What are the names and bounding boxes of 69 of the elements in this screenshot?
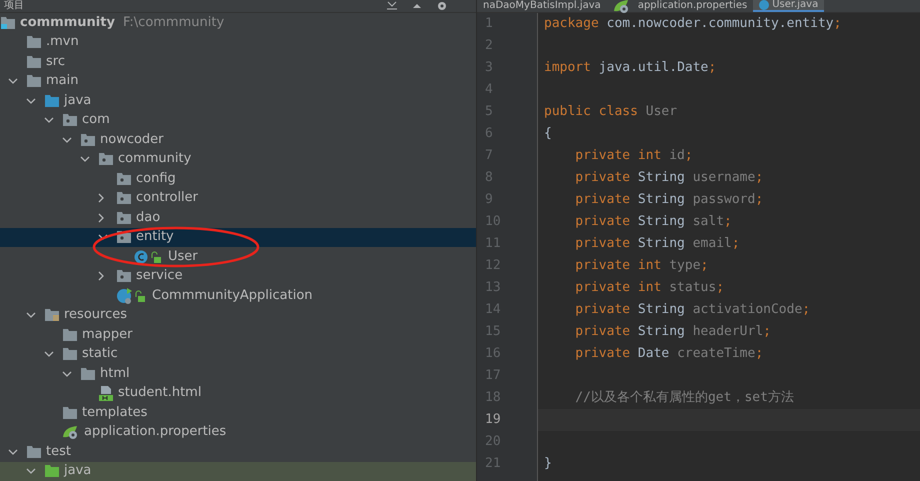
code-line: private String username; [574,170,764,185]
tree-item[interactable]: templates [0,403,476,422]
tree-item[interactable]: html [0,364,476,384]
tree-item[interactable]: static [0,344,476,364]
code-line: private String salt; [574,214,732,229]
code-line: private int status; [574,280,724,295]
tree-item[interactable]: java [0,91,476,110]
editor-tab[interactable]: naDaoMyBatisImpl.java [477,0,607,12]
code-line: public class User [544,104,678,119]
code-line: package com.nowcoder.community.entity; [544,16,842,31]
tree-item[interactable]: config [0,169,476,188]
code-line: private String activationCode; [574,302,810,317]
code-line: private int type; [574,258,708,273]
tree-item-label: dao [136,208,160,227]
tree-item-label: config [136,170,176,188]
tree-item[interactable]: test [0,442,476,462]
code-line: { [544,126,552,141]
code-line: private String email; [574,236,740,251]
tree-item[interactable]: com [0,110,476,130]
tree-item[interactable]: entity [0,228,476,247]
tree-item-label: templates [82,404,148,422]
code-line: private Date createTime; [574,346,764,361]
panel-title: 项目 [4,0,24,12]
tree-item[interactable]: java [0,462,476,481]
tree-item[interactable]: community [0,150,476,169]
code-line: } [544,456,552,471]
tree-item[interactable]: service [0,266,476,286]
code-line: import java.util.Date; [544,60,716,75]
tree-item[interactable]: User [0,247,476,266]
tree-item-label: resources [64,306,128,324]
tree-item-label: mapper [82,326,132,344]
tree-item-label: test [46,442,71,461]
tree-item-label: student.html [118,384,202,402]
tree-item-label: CommmunityApplication [152,286,313,305]
code-line: private int id; [574,148,693,163]
line-number: 19 [484,411,502,429]
tree-item-label: User [168,248,198,266]
tree-item-label: commmunity [20,14,115,32]
project-path: F:\commmunity [122,14,224,32]
tree-item[interactable]: nowcoder [0,130,476,150]
tree-item-label: html [100,364,130,383]
tree-item[interactable]: commmunity F:\commmunity [0,13,476,32]
tree-item-label: com [82,111,110,130]
tree-item[interactable]: student.html [0,384,476,403]
tree-item-label: community [118,150,192,168]
tree-item-label: src [46,52,65,71]
code-line: private String headerUrl; [574,324,771,339]
tree-item-label: application.properties [84,423,226,442]
tree-item-label: entity [136,228,174,246]
tree-item-label: java [64,92,92,110]
tree-item[interactable]: dao [0,208,476,228]
tree-item[interactable]: controller [0,188,476,208]
tree-item-label: static [82,345,118,364]
tree-item[interactable]: mapper [0,325,476,344]
tree-item-label: nowcoder [100,130,164,149]
tree-item[interactable]: .mvn [0,32,476,52]
tree-item[interactable]: main [0,72,476,91]
code-line: private String password; [574,192,764,207]
tree-item-label: .mvn [46,33,79,52]
tree-item[interactable]: CommmunityApplication [0,286,476,306]
code-line: //以及各个私有属性的get，set方法 [574,390,794,405]
tree-item[interactable]: src [0,52,476,72]
tree-item[interactable]: application.properties [0,422,476,442]
tree-item-label: controller [136,189,198,208]
editor-tab[interactable]: application.properties [606,0,754,12]
tree-item-label: service [136,267,183,286]
tree-item[interactable]: resources [0,306,476,325]
tree-item-label: main [46,72,78,90]
tree-item-label: java [64,462,92,480]
